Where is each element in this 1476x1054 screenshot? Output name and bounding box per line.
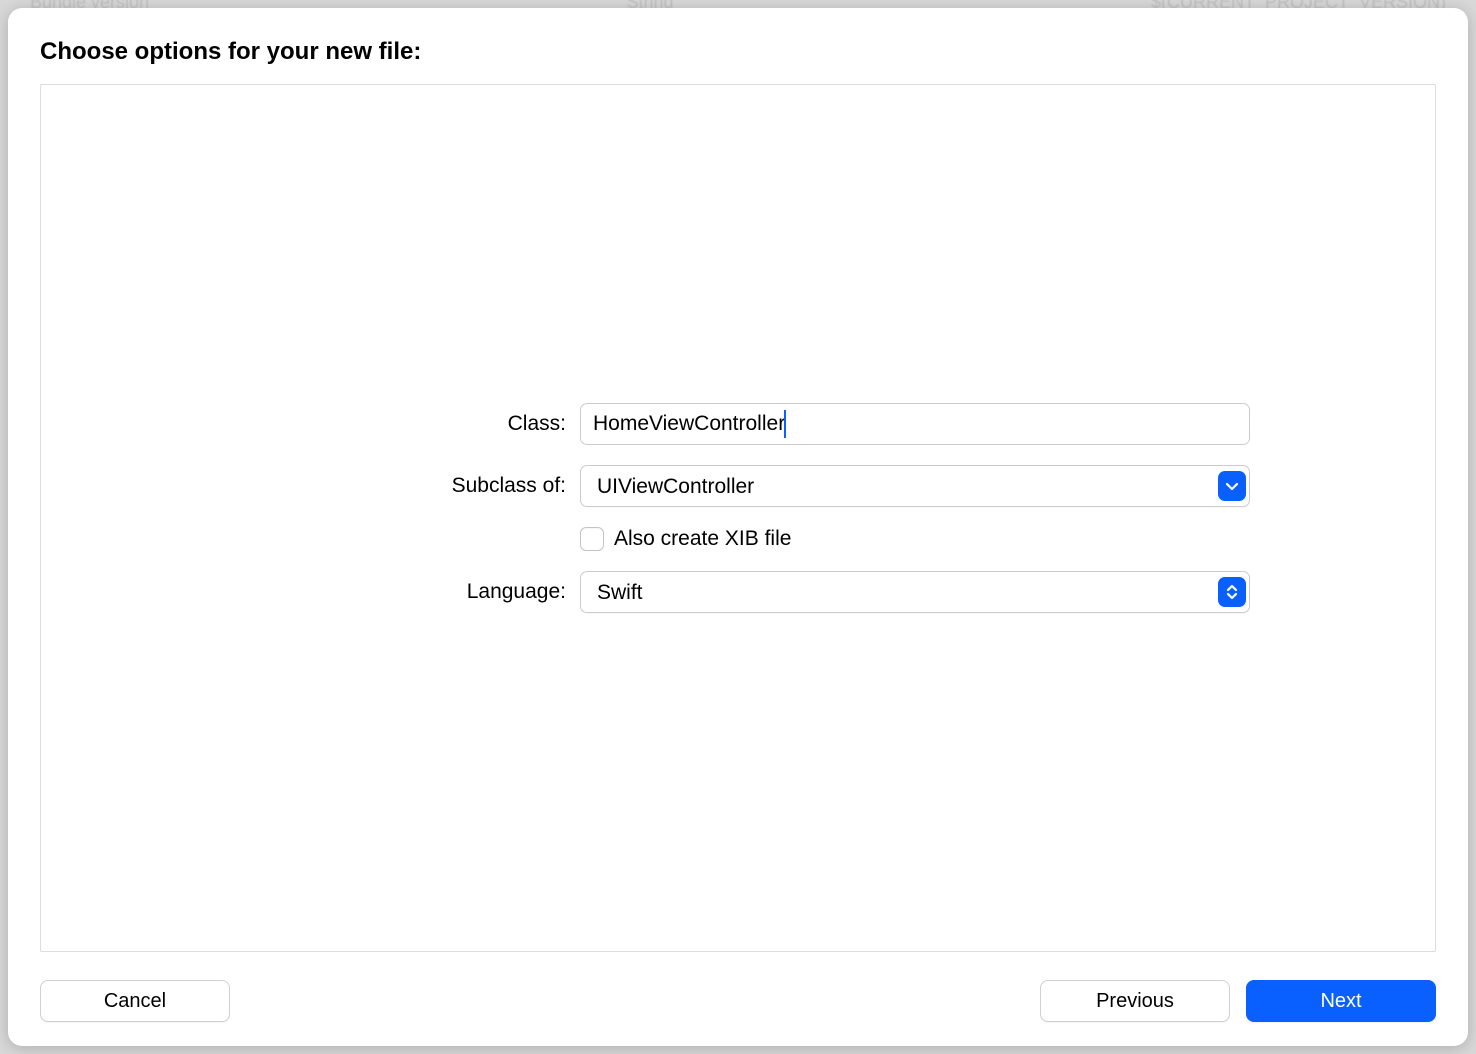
sheet-body: Class: Subclass of: UIViewController Als… — [40, 84, 1436, 952]
create-xib-checkbox[interactable] — [580, 527, 604, 551]
create-xib-label: Also create XIB file — [614, 527, 791, 551]
next-button[interactable]: Next — [1246, 980, 1436, 1022]
footer-right-group: Previous Next — [1040, 980, 1436, 1022]
language-label: Language: — [226, 580, 566, 604]
subclass-label: Subclass of: — [226, 474, 566, 498]
class-name-input[interactable] — [580, 403, 1250, 445]
language-popup[interactable]: Swift — [580, 571, 1250, 613]
up-down-chevron-icon[interactable] — [1218, 577, 1246, 607]
subclass-select-wrap: UIViewController — [580, 465, 1250, 507]
previous-button[interactable]: Previous — [1040, 980, 1230, 1022]
sheet-title: Choose options for your new file: — [40, 38, 1436, 66]
class-field-wrap — [580, 403, 1250, 445]
options-form: Class: Subclass of: UIViewController Als… — [226, 403, 1250, 613]
sheet-footer: Cancel Previous Next — [40, 980, 1436, 1022]
class-label: Class: — [226, 412, 566, 436]
chevron-down-icon[interactable] — [1218, 471, 1246, 501]
xib-checkbox-row: Also create XIB file — [580, 527, 1250, 551]
new-file-options-sheet: Choose options for your new file: Class:… — [8, 8, 1468, 1046]
language-select-wrap: Swift — [580, 571, 1250, 613]
cancel-button[interactable]: Cancel — [40, 980, 230, 1022]
subclass-combobox[interactable]: UIViewController — [580, 465, 1250, 507]
